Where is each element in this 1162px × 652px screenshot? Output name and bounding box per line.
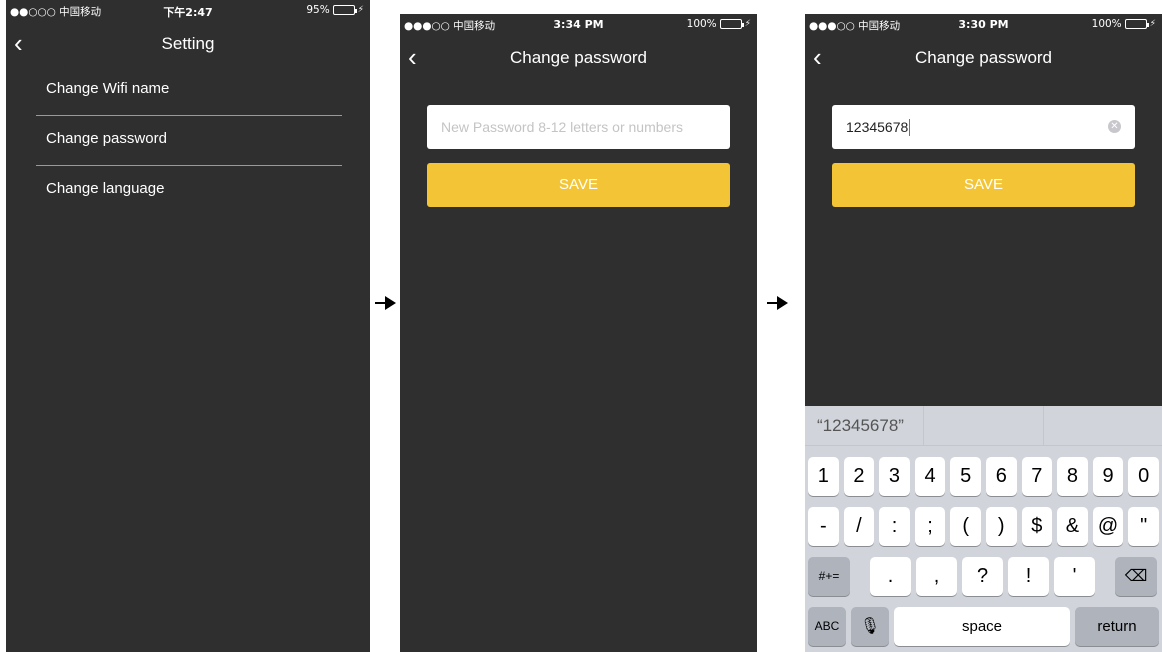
settings-screen: ●●○○○ 中国移动 下午2:47 95% ⚡ ‹ Setting Change… (6, 0, 370, 652)
change-password-screen-typing: ●●●○○ 中国移动 3:30 PM 100% ⚡ ‹ Change passw… (805, 14, 1162, 652)
key-row-symbols: - / : ; ( ) $ & @ " (805, 507, 1162, 546)
key-5[interactable]: 5 (950, 457, 981, 496)
battery-indicator: 100% ⚡ (1092, 18, 1156, 30)
key-ampersand[interactable]: & (1057, 507, 1088, 546)
page-title: Setting (161, 34, 215, 53)
key-gap (855, 557, 865, 596)
battery-indicator: 100% ⚡ (687, 18, 751, 30)
key-0[interactable]: 0 (1128, 457, 1159, 496)
text-caret (909, 118, 911, 136)
status-bar: ●●●○○ 中国移动 3:30 PM 100% ⚡ (805, 14, 1162, 36)
battery-icon (719, 19, 744, 29)
input-placeholder: New Password 8-12 letters or numbers (441, 119, 683, 135)
page-title: Change password (914, 48, 1053, 67)
status-bar: ●●○○○ 中国移动 下午2:47 95% ⚡ (6, 0, 370, 22)
numeric-keyboard: “12345678” 1 2 3 4 5 6 7 8 9 0 - / : ; (… (805, 406, 1162, 652)
battery-percent: 100% (686, 18, 717, 30)
battery-icon (1124, 19, 1149, 29)
clear-circle-icon[interactable]: ✕ (1108, 120, 1121, 133)
nav-bar: ‹ Change password (805, 36, 1162, 80)
change-password-screen-empty: ●●●○○ 中国移动 3:34 PM 100% ⚡ ‹ Change passw… (400, 14, 757, 652)
key-gap (1100, 557, 1110, 596)
new-password-input[interactable]: 12345678 ✕ (832, 105, 1135, 149)
suggestion-item-empty[interactable] (924, 406, 1044, 445)
battery-percent: 100% (1091, 18, 1122, 30)
key-9[interactable]: 9 (1092, 457, 1124, 496)
key-8[interactable]: 8 (1057, 457, 1088, 496)
input-value: 12345678 (846, 119, 909, 135)
key-at[interactable]: @ (1092, 507, 1124, 546)
status-bar: ●●●○○ 中国移动 3:34 PM 100% ⚡ (400, 14, 757, 36)
key-close-paren[interactable]: ) (985, 507, 1017, 546)
key-exclamation[interactable]: ! (1008, 557, 1049, 596)
arrow-right-icon (375, 296, 397, 310)
key-quote[interactable]: " (1128, 507, 1159, 546)
key-question[interactable]: ? (962, 557, 1003, 596)
key-period[interactable]: . (870, 557, 911, 596)
password-form: New Password 8-12 letters or numbers SAV… (400, 80, 757, 207)
page-title: Change password (509, 48, 648, 67)
charging-icon: ⚡ (357, 5, 364, 15)
battery-indicator: 95% ⚡ (306, 4, 364, 16)
save-button[interactable]: SAVE (832, 163, 1135, 207)
key-hyphen[interactable]: - (808, 507, 839, 546)
key-2[interactable]: 2 (843, 457, 875, 496)
key-row-punctuation: #+= . , ? ! ' ⌫ (805, 557, 1162, 596)
key-6[interactable]: 6 (985, 457, 1017, 496)
menu-item-change-wifi-name[interactable]: Change Wifi name (36, 66, 342, 116)
key-semicolon[interactable]: ; (914, 507, 946, 546)
key-open-paren[interactable]: ( (950, 507, 981, 546)
key-4[interactable]: 4 (914, 457, 946, 496)
key-return[interactable]: return (1075, 607, 1159, 646)
suggestion-bar: “12345678” (805, 406, 1162, 446)
charging-icon: ⚡ (1149, 19, 1156, 29)
save-button[interactable]: SAVE (427, 163, 730, 207)
settings-menu: Change Wifi name Change password Change … (6, 66, 370, 216)
key-1[interactable]: 1 (808, 457, 839, 496)
new-password-input[interactable]: New Password 8-12 letters or numbers (427, 105, 730, 149)
key-dollar[interactable]: $ (1021, 507, 1053, 546)
key-row-digits: 1 2 3 4 5 6 7 8 9 0 (805, 457, 1162, 496)
menu-item-change-password[interactable]: Change password (36, 116, 342, 166)
key-slash[interactable]: / (843, 507, 875, 546)
suggestion-item[interactable]: “12345678” (805, 406, 925, 445)
key-colon[interactable]: : (879, 507, 910, 546)
battery-percent: 95% (306, 4, 330, 16)
key-7[interactable]: 7 (1021, 457, 1053, 496)
key-3[interactable]: 3 (879, 457, 910, 496)
key-more-symbols[interactable]: #+= (808, 557, 850, 596)
arrow-right-icon (767, 296, 789, 310)
key-abc[interactable]: ABC (808, 607, 846, 646)
key-row-bottom: ABC 🎙 space return (805, 607, 1162, 646)
menu-item-change-language[interactable]: Change language (36, 166, 342, 216)
suggestion-item-empty[interactable] (1044, 406, 1162, 445)
nav-bar: ‹ Setting (6, 22, 370, 66)
nav-bar: ‹ Change password (400, 36, 757, 80)
key-apostrophe[interactable]: ' (1054, 557, 1095, 596)
battery-icon (332, 5, 357, 15)
microphone-icon[interactable]: 🎙 (851, 607, 889, 646)
password-form: 12345678 ✕ SAVE (805, 80, 1162, 207)
charging-icon: ⚡ (744, 19, 751, 29)
backspace-icon[interactable]: ⌫ (1115, 557, 1157, 596)
key-comma[interactable]: , (916, 557, 957, 596)
key-space[interactable]: space (894, 607, 1070, 646)
